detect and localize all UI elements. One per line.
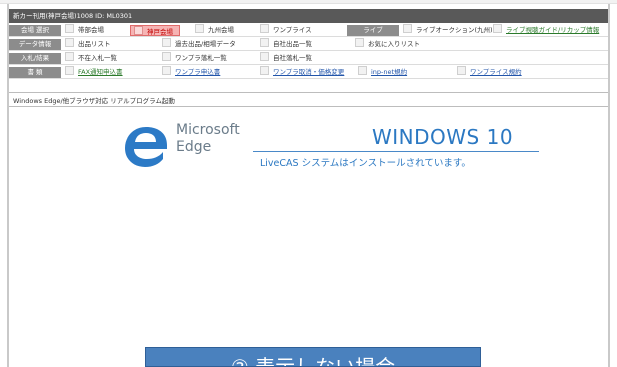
menu-item-past-listing-data[interactable]: 過去出品/相場データ bbox=[162, 38, 236, 51]
menu-item-oneprice-terms-link[interactable]: ワンプライス規約 bbox=[457, 66, 522, 79]
menu-item-label: FAX通知申込書 bbox=[78, 68, 123, 76]
heading-underline bbox=[253, 151, 539, 152]
menu-row-bids: 入札/結果 不在入札一覧 ワンプラ落札一覧 自社落札一覧 bbox=[9, 52, 608, 65]
checkbox-icon[interactable] bbox=[65, 24, 74, 33]
menu-item-label: ワンプライス規約 bbox=[470, 68, 522, 76]
checkbox-icon[interactable] bbox=[195, 24, 204, 33]
menu-item-kobe-venue-selected[interactable]: 神戸会場 bbox=[130, 25, 180, 36]
menu-category-live: ライブ bbox=[347, 25, 399, 36]
checkbox-icon[interactable] bbox=[65, 66, 74, 75]
menu-item-oneprice[interactable]: ワンプライス bbox=[260, 24, 312, 37]
menu-item-label: 帯部会場 bbox=[78, 26, 104, 34]
menu-item-fax-form-link[interactable]: FAX通知申込書 bbox=[65, 66, 123, 79]
menu-row-documents: 書 類 FAX通知申込書 ワンプラ申込書 ワンプラ取消・価格変更 inp-net… bbox=[9, 66, 608, 79]
checkbox-icon[interactable] bbox=[493, 24, 502, 33]
page-frame: 新カー刊用(神戸会場)1008 ID: ML0301 会場 選択 帯部会場 神戸… bbox=[7, 4, 610, 367]
menu-row-venue: 会場 選択 帯部会場 神戸会場 九州会場 ワンプライス ライブ ライブオークショ… bbox=[9, 24, 608, 37]
brand-microsoft: Microsoft bbox=[176, 122, 240, 138]
checkbox-icon[interactable] bbox=[457, 66, 466, 75]
menu-panel: 会場 選択 帯部会場 神戸会場 九州会場 ワンプライス ライブ ライブオークショ… bbox=[9, 24, 608, 90]
menu-item-label: ワンプラ申込書 bbox=[175, 68, 221, 76]
menu-item-label: 自社落札一覧 bbox=[273, 54, 312, 62]
menu-item-label: 過去出品/相場データ bbox=[175, 40, 236, 48]
menu-item-favorites-list[interactable]: お気に入りリスト bbox=[355, 38, 420, 51]
menu-item-oneprice-won[interactable]: ワンプラ落札一覧 bbox=[162, 52, 227, 65]
menu-item-label: inp-net規約 bbox=[371, 68, 408, 76]
checkbox-icon[interactable] bbox=[403, 24, 412, 33]
menu-item-label: 神戸会場 bbox=[147, 28, 173, 36]
menu-item-label: ライブオークション(九州) bbox=[416, 26, 493, 34]
menu-item-oneprice-cancel-link[interactable]: ワンプラ取消・価格変更 bbox=[260, 66, 344, 79]
install-status-message: LiveCAS システムはインストールされています。 bbox=[260, 158, 471, 169]
menu-item-listing-list[interactable]: 出品リスト bbox=[65, 38, 111, 51]
callout-banner: ② 表示しない場合 bbox=[145, 347, 481, 367]
checkbox-icon[interactable] bbox=[260, 66, 269, 75]
checkbox-icon[interactable] bbox=[355, 38, 364, 47]
checkbox-icon[interactable] bbox=[358, 66, 367, 75]
header-bar: 新カー刊用(神戸会場)1008 ID: ML0301 bbox=[9, 9, 608, 23]
menu-item-obu-venue[interactable]: 帯部会場 bbox=[65, 24, 104, 37]
program-launch-bar: Windows Edge/他ブラウザ対応 リアルプログラム起動 bbox=[9, 92, 608, 105]
callout-text: ② 表示しない場合 bbox=[230, 355, 396, 367]
brand-edge: Edge bbox=[176, 139, 212, 155]
checkbox-icon[interactable] bbox=[134, 26, 143, 35]
checkbox-icon[interactable] bbox=[162, 52, 171, 61]
menu-category-venue: 会場 選択 bbox=[9, 25, 61, 36]
checkbox-icon[interactable] bbox=[260, 52, 269, 61]
menu-item-kyushu-venue[interactable]: 九州会場 bbox=[195, 24, 234, 37]
menu-item-label: ワンプライス bbox=[273, 26, 312, 34]
menu-item-inpnet-terms-link[interactable]: inp-net規約 bbox=[358, 66, 407, 79]
checkbox-icon[interactable] bbox=[162, 38, 171, 47]
menu-category-documents: 書 類 bbox=[9, 67, 61, 78]
menu-item-absent-bids[interactable]: 不在入札一覧 bbox=[65, 52, 117, 65]
checkbox-icon[interactable] bbox=[65, 52, 74, 61]
checkbox-icon[interactable] bbox=[260, 38, 269, 47]
checkbox-icon[interactable] bbox=[162, 66, 171, 75]
menu-item-live-guide-link[interactable]: ライブ視聴ガイド/リカップ情報 bbox=[493, 24, 599, 37]
edge-logo-icon bbox=[125, 127, 167, 167]
menu-item-label: ライブ視聴ガイド/リカップ情報 bbox=[506, 26, 600, 34]
menu-item-label: 九州会場 bbox=[208, 26, 234, 34]
menu-item-live-auction-kyushu[interactable]: ライブオークション(九州) bbox=[403, 24, 493, 37]
menu-item-oneprice-form-link[interactable]: ワンプラ申込書 bbox=[162, 66, 220, 79]
checkbox-icon[interactable] bbox=[260, 24, 269, 33]
menu-item-own-won[interactable]: 自社落札一覧 bbox=[260, 52, 312, 65]
menu-item-label: 出品リスト bbox=[78, 40, 111, 48]
menu-category-data: データ情報 bbox=[9, 39, 61, 50]
windows-heading: WINDOWS 10 bbox=[372, 125, 514, 149]
program-launch-label: Windows Edge/他ブラウザ対応 リアルプログラム起動 bbox=[13, 97, 175, 105]
menu-item-label: ワンプラ取消・価格変更 bbox=[273, 68, 345, 76]
menu-item-label: 不在入札一覧 bbox=[78, 54, 117, 62]
checkbox-icon[interactable] bbox=[65, 38, 74, 47]
menu-row-data: データ情報 出品リスト 過去出品/相場データ 自社出品一覧 お気に入りリスト bbox=[9, 38, 608, 51]
menu-item-own-listings[interactable]: 自社出品一覧 bbox=[260, 38, 312, 51]
menu-item-label: お気に入りリスト bbox=[368, 40, 420, 48]
menu-category-bids: 入札/結果 bbox=[9, 53, 61, 64]
menu-item-label: 自社出品一覧 bbox=[273, 40, 312, 48]
content-area: Microsoft Edge WINDOWS 10 LiveCAS システムはイ… bbox=[9, 106, 608, 367]
menu-item-label: ワンプラ落札一覧 bbox=[175, 54, 227, 62]
